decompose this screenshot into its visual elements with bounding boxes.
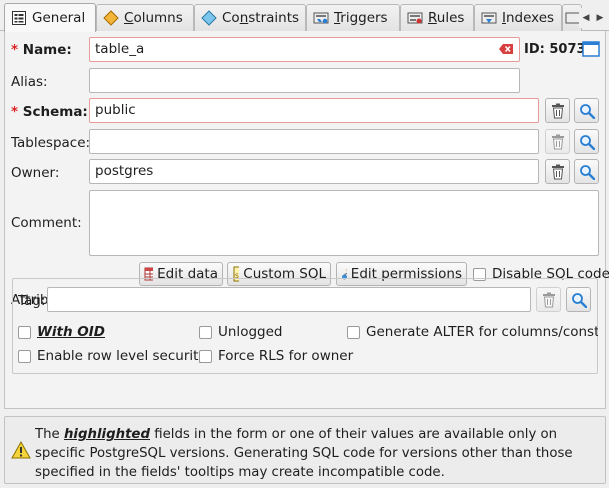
tab-label: Rules [428, 10, 465, 26]
search-icon [579, 164, 595, 180]
tab-label: General [32, 10, 86, 26]
row-level-security-checkbox[interactable]: Enable row level security [18, 348, 206, 364]
tablespace-select[interactable] [89, 129, 539, 154]
schema-clear-button[interactable] [545, 98, 570, 123]
search-icon [571, 292, 587, 308]
tab-columns[interactable]: Columns [96, 4, 194, 31]
version-notice: The highlighted fields in the form or on… [4, 416, 606, 484]
search-icon [579, 103, 595, 119]
object-id: ID: 5073 [524, 42, 586, 57]
window-icon[interactable] [582, 40, 600, 62]
tab-constraints[interactable]: Constraints [194, 4, 306, 31]
tab-triggers[interactable]: Triggers [306, 4, 400, 31]
tab-label: Triggers [334, 10, 388, 26]
columns-diamond-icon [103, 10, 119, 26]
tab-label: Columns [124, 10, 183, 26]
attributes-group: Tag: With OID Unlogged Generate ALTER fo… [12, 278, 598, 374]
checkbox-box[interactable] [347, 325, 360, 339]
triggers-icon [313, 10, 329, 26]
checkbox-box[interactable] [18, 325, 31, 339]
search-icon [579, 134, 595, 150]
checkbox-box[interactable] [199, 349, 212, 363]
tablespace-search-button[interactable] [574, 129, 599, 154]
tag-search-button[interactable] [566, 287, 591, 312]
name-input[interactable]: table_a [89, 37, 520, 62]
owner-select[interactable]: postgres [89, 159, 539, 184]
checkbox-box[interactable] [18, 349, 31, 363]
notice-text: The highlighted fields in the form or on… [35, 427, 573, 480]
tablespace-label: Tablespace: [11, 135, 91, 151]
owner-clear-button[interactable] [545, 159, 570, 184]
schema-select[interactable]: public [89, 98, 539, 123]
unlogged-checkbox[interactable]: Unlogged [199, 324, 282, 340]
tag-select[interactable] [47, 287, 531, 312]
comment-textarea[interactable] [89, 190, 599, 256]
alias-label: Alias: [11, 74, 48, 90]
tab-rules[interactable]: Rules [400, 4, 474, 31]
alias-input[interactable] [89, 68, 520, 93]
owner-search-button[interactable] [574, 159, 599, 184]
tablespace-clear-button[interactable] [545, 129, 570, 154]
comment-label: Comment: [11, 215, 82, 231]
with-oid-checkbox[interactable]: With OID [18, 324, 105, 340]
owner-label: Owner: [11, 165, 60, 181]
warning-icon [11, 440, 31, 463]
tab-scroll-arrows: ◀ ▶ [579, 8, 607, 28]
tab-scroll-left-icon[interactable]: ◀ [583, 13, 590, 23]
general-tab-icon [11, 10, 27, 26]
name-value: table_a [95, 41, 145, 57]
trash-icon [551, 134, 564, 149]
trash-icon [551, 103, 564, 118]
tab-general[interactable]: General [4, 3, 96, 32]
tag-clear-button[interactable] [536, 287, 561, 312]
tab-scroll-right-icon[interactable]: ▶ [597, 13, 604, 23]
constraints-diamond-icon [201, 10, 217, 26]
name-label: * Name: [11, 42, 72, 58]
rules-icon [407, 10, 423, 26]
tab-indexes[interactable]: Indexes [474, 4, 562, 31]
clear-text-icon[interactable] [499, 43, 514, 59]
trash-icon [542, 292, 555, 307]
tab-label: Indexes [502, 10, 555, 26]
schema-label: * Schema: [11, 104, 88, 120]
trash-icon [551, 164, 564, 179]
indexes-icon [481, 10, 497, 26]
tab-bar: General Columns Constraints Triggers Rul… [0, 0, 609, 32]
schema-search-button[interactable] [574, 98, 599, 123]
tab-label: Constraints [222, 10, 300, 26]
generate-alter-checkbox[interactable]: Generate ALTER for columns/constraints [347, 324, 598, 340]
tag-label: Tag: [18, 293, 46, 309]
checkbox-box[interactable] [199, 325, 212, 339]
force-rls-checkbox[interactable]: Force RLS for owner [199, 348, 353, 364]
